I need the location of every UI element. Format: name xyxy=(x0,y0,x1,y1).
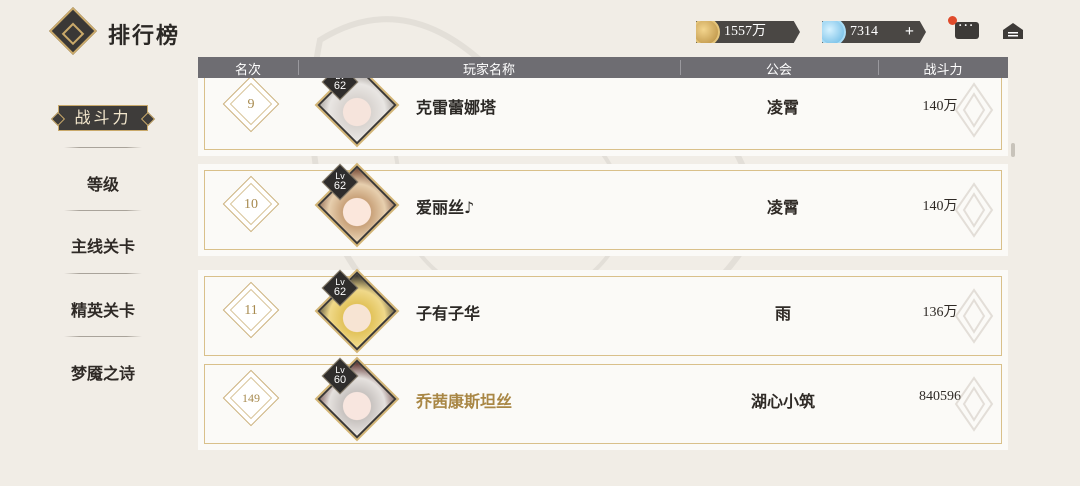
player-guild: 湖心小筑 xyxy=(750,392,815,411)
level-value: 62 xyxy=(333,180,347,192)
home-icon[interactable] xyxy=(1002,22,1024,40)
player-name: 克雷蕾娜塔 xyxy=(416,98,497,117)
level-text: Lv 60 xyxy=(325,365,355,386)
scrollbar-thumb[interactable] xyxy=(1011,143,1015,157)
ranking-list[interactable]: 9 Lv62 克雷蕾娜塔 凌霄 140万 10 Lv62 爱丽丝♪ 凌霄 140… xyxy=(198,78,1010,486)
player-guild: 雨 xyxy=(774,304,791,323)
column-player-name: 玩家名称 xyxy=(462,63,515,78)
logo-icon xyxy=(48,6,98,56)
rank-number: 11 xyxy=(244,303,258,318)
gold-currency[interactable]: 1557万 xyxy=(696,21,800,43)
gold-amount: 1557万 xyxy=(724,24,766,39)
nav-tab-power[interactable]: 战斗力 xyxy=(58,105,148,131)
rank-number: 9 xyxy=(247,97,255,112)
gem-icon xyxy=(822,21,846,43)
rank-number: 10 xyxy=(244,197,258,212)
column-power: 战斗力 xyxy=(923,63,963,78)
rank-number: 149 xyxy=(242,391,260,405)
row-ornament-icon xyxy=(954,376,994,432)
player-name: 乔茜康斯坦丝 xyxy=(416,392,513,411)
chat-icon[interactable] xyxy=(955,18,979,39)
nav-divider xyxy=(64,336,142,337)
nav-divider xyxy=(64,210,142,211)
table-header: 名次 玩家名称 公会 战斗力 xyxy=(198,57,1008,78)
level-text: Lv62 xyxy=(325,277,355,298)
row-ornament-icon xyxy=(954,82,994,138)
level-value: 62 xyxy=(333,80,347,92)
player-guild: 凌霄 xyxy=(766,98,799,117)
player-name: 子有子华 xyxy=(416,304,481,323)
gold-coin-icon xyxy=(696,21,720,43)
row-ornament-icon xyxy=(954,288,994,344)
column-guild: 公会 xyxy=(765,63,792,78)
column-rank: 名次 xyxy=(234,63,261,78)
player-name: 爱丽丝♪ xyxy=(416,198,475,217)
nav-tab-elite-stage[interactable]: 精英关卡 xyxy=(50,297,156,321)
page-title: 排行榜 xyxy=(108,23,181,49)
nav-divider xyxy=(64,147,142,148)
table-row[interactable]: 9 Lv62 克雷蕾娜塔 凌霄 140万 xyxy=(198,78,1008,156)
gem-currency[interactable]: 7314 + xyxy=(822,21,926,43)
nav-tab-level[interactable]: 等级 xyxy=(50,171,156,195)
level-value: 60 xyxy=(333,374,347,386)
table-row[interactable]: 11 Lv 62 子有子华 雨 136万 xyxy=(198,269,1008,362)
table-row[interactable]: 10 Lv 62 爱丽丝♪ 凌霄 140万 xyxy=(198,163,1008,256)
player-guild: 凌霄 xyxy=(766,198,799,217)
row-ornament-icon xyxy=(954,182,994,238)
level-text: Lv62 xyxy=(325,171,355,192)
self-row[interactable]: 149 Lv 60 乔茜康斯坦丝 湖心小筑 840596 xyxy=(198,357,1008,450)
nav-divider xyxy=(64,273,142,274)
nav-tab-main-stage[interactable]: 主线关卡 xyxy=(50,233,156,257)
level-value: 62 xyxy=(333,286,347,298)
gem-amount: 7314 xyxy=(850,24,878,39)
add-gems-button[interactable]: + xyxy=(905,21,914,43)
nav-tab-nightmare[interactable]: 梦魇之诗 xyxy=(50,360,156,384)
level-text: Lv62 xyxy=(325,78,355,92)
